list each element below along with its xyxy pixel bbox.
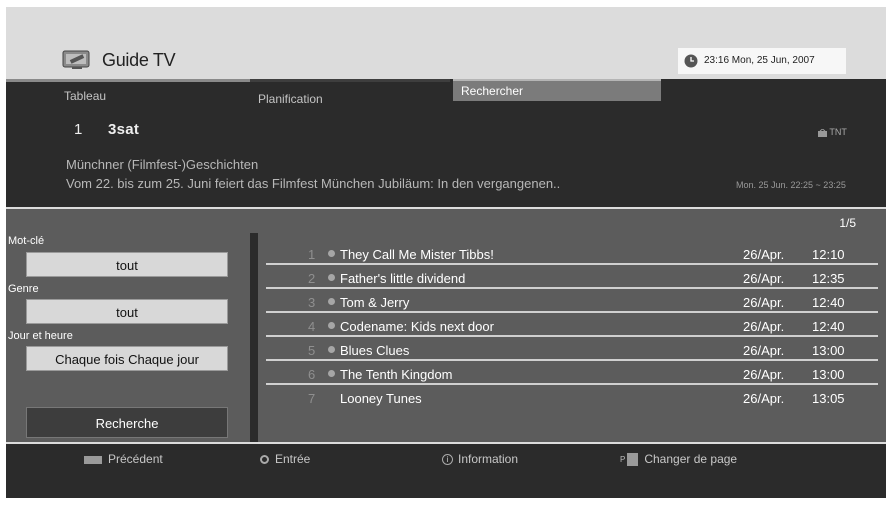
tab-planification[interactable]: Planification [250,79,450,106]
tab-bar: Tableau Planification Rechercher [6,79,886,106]
item-time: 12:40 [812,295,845,310]
bullet-icon [328,346,335,353]
source-badge: TNT [818,127,847,137]
genre-label: Genre [8,283,39,295]
bullet-icon [328,274,335,281]
list-item[interactable]: 1 They Call Me Mister Tibbs! 26/Apr. 12:… [266,243,878,265]
item-date: 26/Apr. [743,271,785,286]
item-date: 26/Apr. [743,247,785,262]
footer-enter: Entrée [260,452,310,466]
list-item[interactable]: 5 Blues Clues 26/Apr. 13:00 [266,339,878,361]
keyword-field[interactable]: tout [26,252,228,277]
day-time-label: Jour et heure [8,330,73,342]
item-date: 26/Apr. [743,295,785,310]
program-info: 1 3sat TNT Münchner (Filmfest-)Geschicht… [6,105,886,209]
channel-name: 3sat [108,121,140,138]
tab-tableau[interactable]: Tableau [6,79,250,105]
day-time-field[interactable]: Chaque fois Chaque jour [26,346,228,371]
search-button[interactable]: Recherche [26,407,228,438]
bullet-icon [328,322,335,329]
item-date: 26/Apr. [743,343,785,358]
bullet-icon [328,250,335,257]
item-title: Father's little dividend [340,271,466,286]
info-label: Information [458,452,519,466]
ok-key-icon [260,455,269,465]
clock-icon [684,54,698,68]
p-key-label: P [620,455,626,465]
header: Guide TV 23:16 Mon, 25 Jun, 2007 [6,7,886,79]
program-title: Münchner (Filmfest-)Geschichten [66,157,259,172]
item-title: They Call Me Mister Tibbs! [340,247,494,262]
item-time: 13:00 [812,343,845,358]
antenna-icon [818,127,827,137]
list-item[interactable]: 4 Codename: Kids next door 26/Apr. 12:40 [266,315,878,337]
program-description: Vom 22. bis zum 25. Juni feiert das Film… [66,176,561,191]
app-title: Guide TV [102,50,176,70]
keyword-label: Mot-clé [8,235,45,247]
channel-number: 1 [74,121,83,138]
item-time: 13:05 [812,391,845,406]
red-key-icon [84,455,102,464]
list-item[interactable]: 3 Tom & Jerry 26/Apr. 12:40 [266,291,878,313]
bullet-icon [328,370,335,377]
page-indicator: 1/5 [839,216,856,230]
item-number: 6 [308,367,316,382]
footer-help-bar: Précédent Entrée i Information P Changer d… [6,444,886,498]
item-title: Blues Clues [340,343,410,358]
tv-guide-logo-icon [62,50,90,69]
program-time: Mon. 25 Jun. 22:25 ~ 23:25 [736,180,846,190]
list-item[interactable]: 7 Looney Tunes 26/Apr. 13:05 [266,387,878,409]
prev-label: Précédent [108,452,163,466]
item-time: 12:40 [812,319,845,334]
page-key-icon [627,453,639,467]
footer-page: P Changer de page [620,452,738,467]
search-filters-panel: Mot-clé tout Genre tout Jour et heure Ch… [6,233,250,442]
datetime: 23:16 Mon, 25 Jun, 2007 [704,55,815,66]
tab-rechercher[interactable]: Rechercher [453,79,661,101]
footer-info: i Information [442,452,518,466]
item-title: Looney Tunes [340,391,422,406]
item-number: 5 [308,343,316,358]
item-time: 12:10 [812,247,845,262]
item-date: 26/Apr. [743,391,785,406]
item-number: 7 [308,391,316,406]
item-number: 2 [308,271,316,286]
list-item[interactable]: 2 Father's little dividend 26/Apr. 12:35 [266,267,878,289]
item-time: 12:35 [812,271,845,286]
results-list: 1 They Call Me Mister Tibbs! 26/Apr. 12:… [258,233,886,442]
tv-guide-screen: Guide TV 23:16 Mon, 25 Jun, 2007 Tableau… [6,7,886,498]
page-label: Changer de page [644,452,738,466]
item-number: 4 [308,319,316,334]
item-time: 13:00 [812,367,845,382]
source-label: TNT [829,127,847,137]
item-title: Codename: Kids next door [340,319,494,334]
results-header-strip: 1/5 [6,209,886,233]
item-date: 26/Apr. [743,367,785,382]
enter-label: Entrée [275,452,311,466]
item-number: 3 [308,295,316,310]
info-key-icon: i [442,454,453,466]
bullet-icon [328,298,335,305]
item-title: The Tenth Kingdom [340,367,453,382]
item-date: 26/Apr. [743,319,785,334]
footer-prev: Précédent [84,452,163,466]
list-item[interactable]: 6 The Tenth Kingdom 26/Apr. 13:00 [266,363,878,385]
genre-field[interactable]: tout [26,299,228,324]
item-number: 1 [308,247,316,262]
item-title: Tom & Jerry [340,295,410,310]
